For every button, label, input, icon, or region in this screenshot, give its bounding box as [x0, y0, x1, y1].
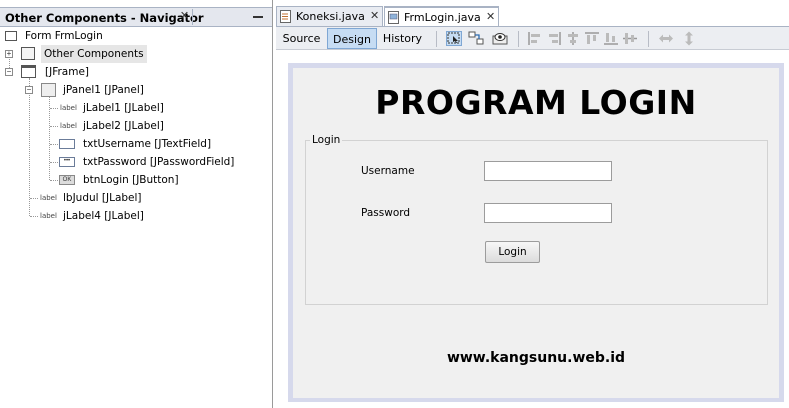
navigator-panel: Other Components - Navigator ✕ Form FrmL… [0, 0, 273, 408]
tree-node-label: lbJudul [JLabel] [63, 192, 142, 204]
tree-node-jpanel1[interactable]: − jPanel1 [JPanel] [0, 81, 272, 99]
resize-horizontal-icon[interactable] [658, 31, 674, 46]
tree-node-label: jLabel4 [JLabel] [63, 210, 144, 222]
form-file-icon [388, 11, 400, 24]
tab-koneksi-java[interactable]: Koneksi.java ✕ [276, 6, 383, 26]
tree-node-btnlogin[interactable]: OK btnLogin [JButton] [0, 171, 272, 189]
tree-node-label: btnLogin [JButton] [83, 174, 179, 186]
tree-node-label: [JFrame] [45, 66, 90, 78]
toolbar-separator [648, 31, 649, 47]
password-field[interactable] [484, 203, 612, 223]
preview-design-icon[interactable] [492, 31, 508, 46]
tab-frmlogin-java[interactable]: FrmLogin.java ✕ [384, 6, 499, 26]
selection-mode-icon[interactable] [446, 31, 462, 46]
header-divider [192, 9, 193, 25]
tree-node-txtpassword[interactable]: ••• txtPassword [JPasswordField] [0, 153, 272, 171]
toolbar-separator [518, 31, 519, 47]
tree-node-jlabel4[interactable]: label jLabel4 [JLabel] [0, 207, 272, 225]
tree-node-label: Other Components [41, 45, 147, 63]
design-toolbar: Source Design History [276, 26, 789, 50]
username-label[interactable]: Username [361, 165, 415, 177]
tree-node-jlabel2[interactable]: label jLabel2 [JLabel] [0, 117, 272, 135]
tree-node-label: txtUsername [JTextField] [83, 138, 212, 150]
tree-node-label: Form FrmLogin [25, 30, 103, 42]
tab-history[interactable]: History [379, 28, 426, 49]
form-icon [5, 31, 17, 41]
collapse-icon[interactable]: − [5, 68, 13, 76]
collapse-icon[interactable]: − [25, 86, 33, 94]
navigator-close-icon[interactable]: ✕ [179, 11, 190, 22]
align-left-icon[interactable] [527, 31, 543, 46]
tree-node-other-components[interactable]: + Other Components [0, 45, 272, 63]
java-file-icon [280, 10, 292, 23]
tree-node-txtusername[interactable]: txtUsername [JTextField] [0, 135, 272, 153]
frame-icon [21, 65, 36, 78]
form-title[interactable]: PROGRAM LOGIN [293, 83, 779, 122]
tab-label: FrmLogin.java [404, 11, 481, 24]
components-icon [21, 47, 35, 60]
minimize-icon[interactable] [253, 16, 263, 18]
label-icon: label [40, 212, 57, 220]
expand-icon[interactable]: + [5, 50, 13, 58]
form-frame[interactable]: PROGRAM LOGIN Login Username Password Lo… [293, 68, 779, 398]
tree-node-label: jLabel1 [JLabel] [83, 102, 164, 114]
design-canvas: PROGRAM LOGIN Login Username Password Lo… [288, 63, 784, 402]
password-label[interactable]: Password [361, 207, 410, 219]
navigator-title: Other Components - Navigator [5, 11, 204, 25]
toolbar-separator [436, 31, 437, 47]
tree-node-form[interactable]: Form FrmLogin [0, 27, 272, 45]
center-vertical-icon[interactable] [622, 31, 638, 46]
tab-design[interactable]: Design [327, 28, 377, 49]
login-panel-title: Login [310, 134, 343, 146]
align-bottom-icon[interactable] [603, 31, 619, 46]
navigator-header: Other Components - Navigator ✕ [0, 7, 272, 27]
resize-vertical-icon[interactable] [681, 31, 697, 46]
tab-label: Koneksi.java [296, 10, 365, 23]
tree-node-label: jLabel2 [JLabel] [83, 120, 164, 132]
editor-area: Koneksi.java ✕ FrmLogin.java ✕ Source De… [276, 0, 789, 408]
label-icon: label [40, 194, 57, 202]
tree-node-label: txtPassword [JPasswordField] [83, 156, 235, 168]
tree-node-label: jPanel1 [JPanel] [63, 84, 144, 96]
align-right-icon[interactable] [546, 31, 562, 46]
tree-node-jframe[interactable]: − [JFrame] [0, 63, 272, 81]
login-panel[interactable]: Login Username Password Login [305, 134, 768, 305]
password-field-icon: ••• [59, 157, 75, 167]
label-icon: label [60, 122, 77, 130]
tree-node-jlabel1[interactable]: label jLabel1 [JLabel] [0, 99, 272, 117]
tab-source[interactable]: Source [278, 28, 325, 49]
close-tab-icon[interactable]: ✕ [370, 9, 379, 22]
textfield-icon [59, 139, 75, 149]
center-horizontal-icon[interactable] [565, 31, 581, 46]
close-tab-icon[interactable]: ✕ [486, 10, 495, 23]
label-icon: label [60, 104, 77, 112]
login-button[interactable]: Login [485, 241, 540, 263]
button-icon: OK [59, 175, 75, 185]
website-label[interactable]: www.kangsunu.web.id [293, 350, 779, 366]
connection-mode-icon[interactable] [468, 31, 484, 46]
align-top-icon[interactable] [584, 31, 600, 46]
panel-icon [41, 83, 56, 97]
tree-node-lbjudul[interactable]: label lbJudul [JLabel] [0, 189, 272, 207]
username-field[interactable] [484, 161, 612, 181]
